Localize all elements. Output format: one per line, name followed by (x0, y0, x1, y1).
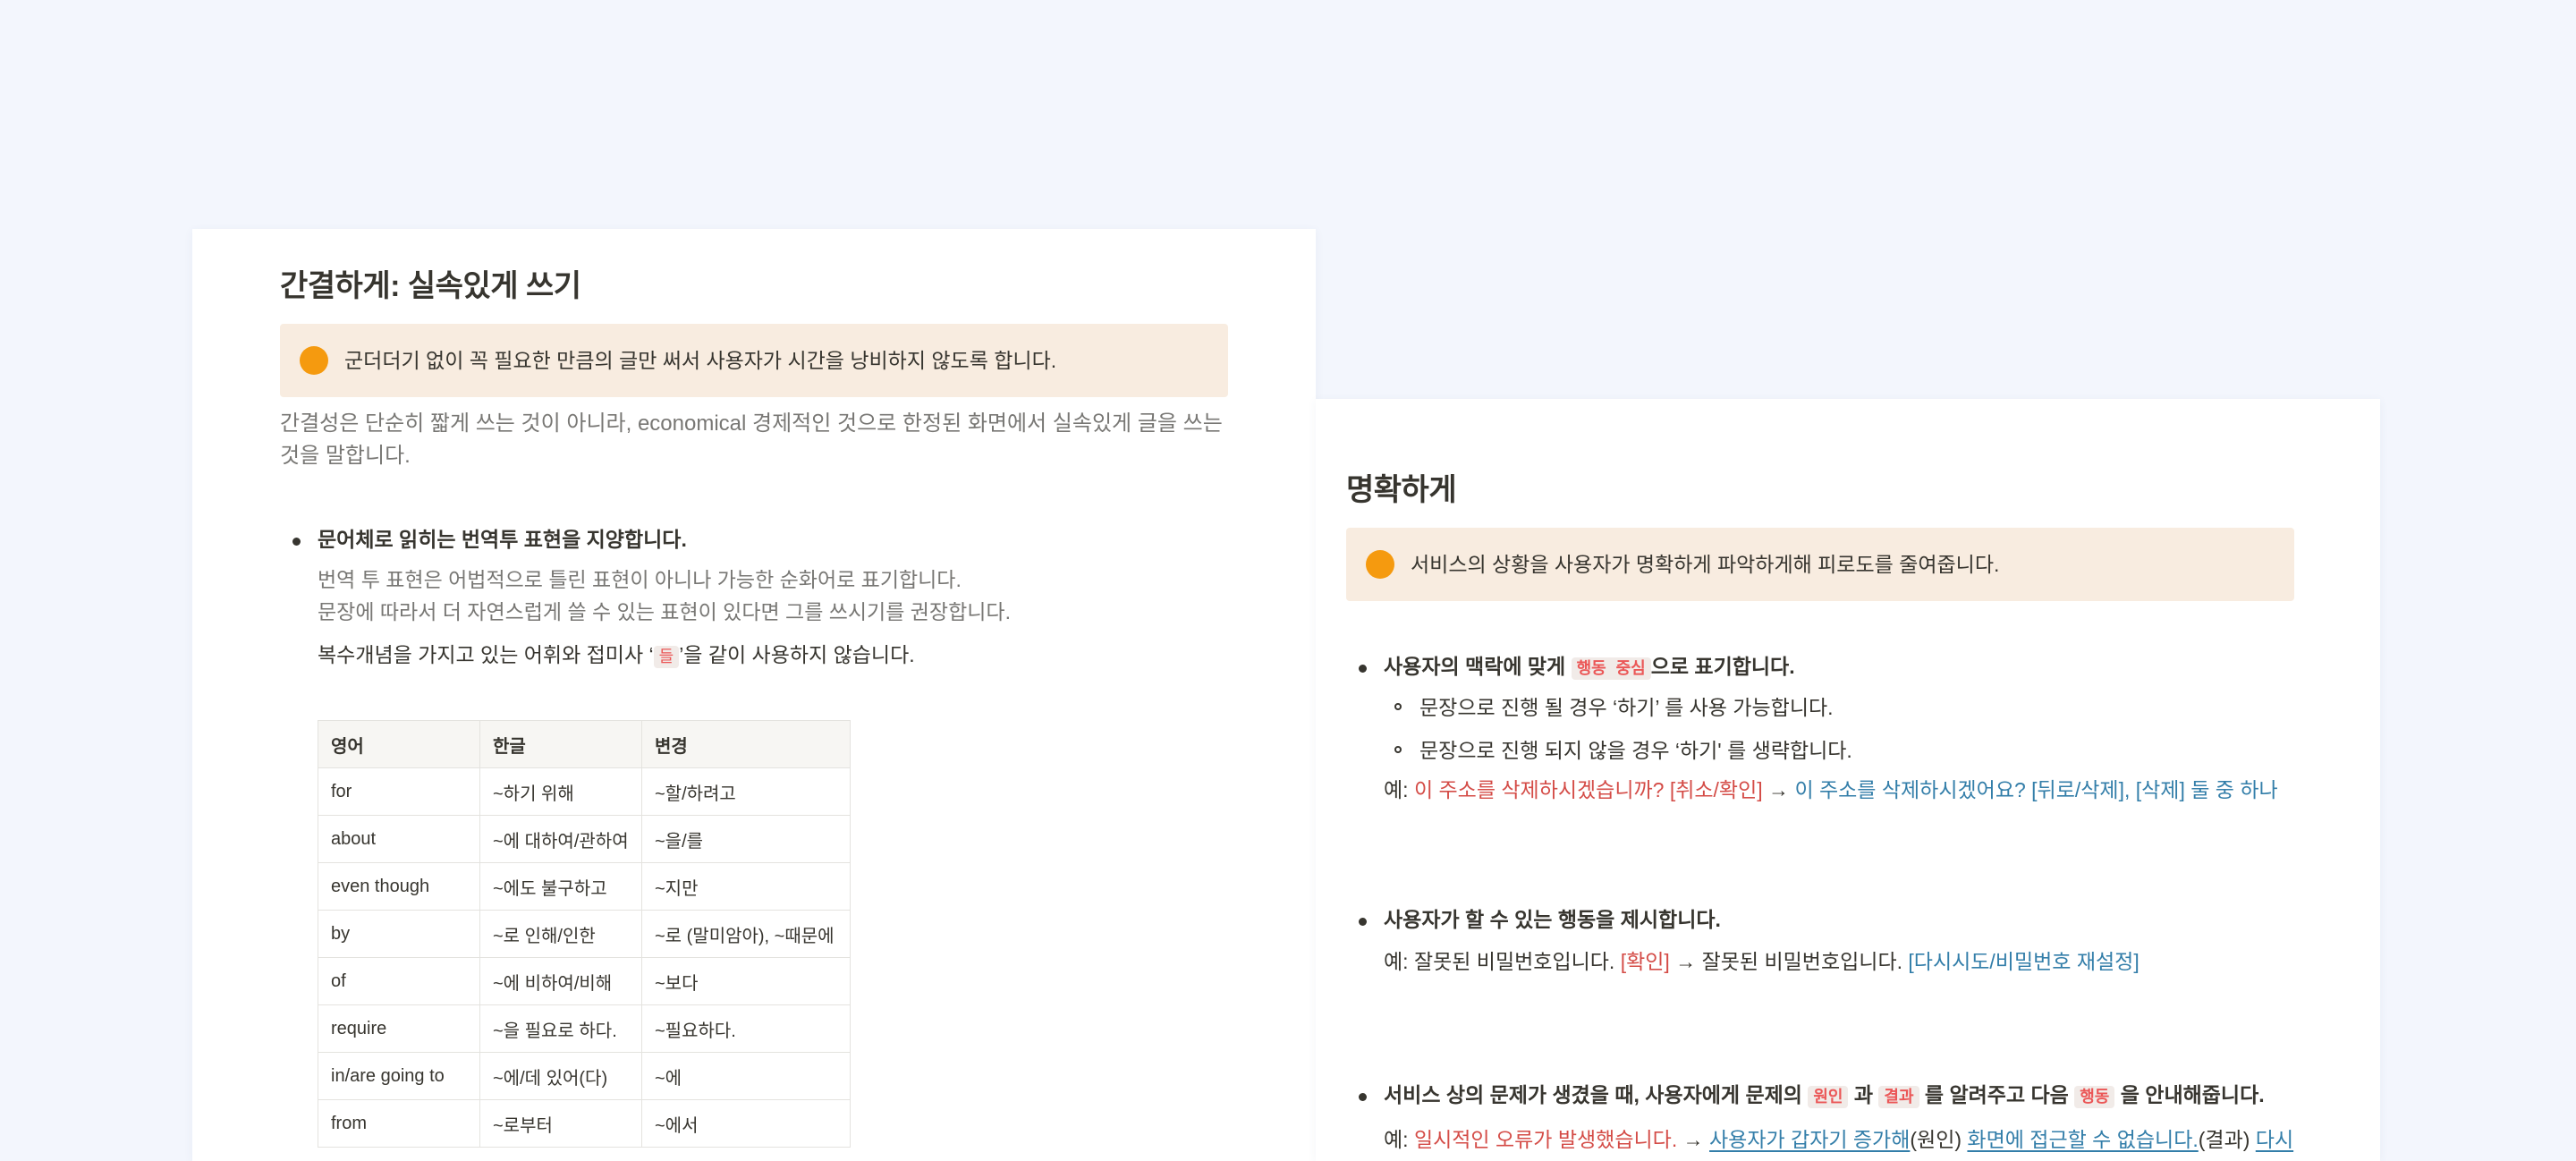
table-cell: for (318, 767, 480, 816)
table-cell: ~로 인해/인한 (479, 910, 642, 958)
bullet-desc: 번역 투 표현은 어법적으로 틀린 표현이 아니나 가능한 순화어로 표기합니다… (318, 568, 962, 591)
table-cell: ~로부터 (479, 1099, 642, 1148)
table-cell: ~지만 (641, 862, 851, 911)
example-line: 예: 잘못된 비밀번호입니다. [확인] → 잘못된 비밀번호입니다. [다시시… (1384, 945, 2294, 978)
table-row: require ~을 필요로 하다. ~필요하다. (318, 1004, 851, 1053)
bullet-heading: 사용자의 맥락에 맞게 행동 중심 으로 표기합니다. (1384, 651, 2294, 684)
table-header-row: 영어 한글 변경 (318, 720, 851, 768)
example-label: 예: (1384, 1128, 1414, 1151)
heading-text: 으로 표기합니다. (1650, 655, 1795, 678)
guideline-list: 문어체로 읽히는 번역투 표현을 지양합니다. 번역 투 표현은 어법적으로 틀… (280, 524, 1228, 1148)
table-cell: of (318, 957, 480, 1005)
list-item: 사용자가 할 수 있는 행동을 제시합니다. 예: 잘못된 비밀번호입니다. [… (1346, 904, 2294, 978)
table-cell: ~보다 (641, 957, 851, 1005)
callout-text: 서비스의 상황을 사용자가 명확하게 파악하게해 피로도를 줄여줍니다. (1411, 553, 2000, 576)
heading-text: 과 (1848, 1083, 1879, 1106)
bullet-heading: 사용자가 할 수 있는 행동을 제시합니다. (1384, 908, 1721, 931)
table-cell: ~로 (말미암아), ~때문에 (641, 910, 851, 958)
table-row: about ~에 대하여/관하여 ~을/를 (318, 815, 851, 863)
cause-label: (원인) (1910, 1128, 1968, 1151)
bad-example: 이 주소를 삭제하시겠습니까? [취소/확인] (1413, 778, 1763, 801)
cause-example: 사용자가 갑자기 증가해 (1709, 1128, 1911, 1151)
arrow-text: → (1762, 778, 1795, 801)
example-label: 예: (1384, 778, 1414, 801)
table-cell: in/are going to (318, 1052, 480, 1100)
inline-code: 결과 (1878, 1086, 1919, 1108)
table-cell: ~에 비하여/비해 (479, 957, 642, 1005)
list-item: 사용자의 맥락에 맞게 행동 중심 으로 표기합니다. 문장으로 진행 될 경우 … (1346, 651, 2294, 806)
bullet-desc: 문장에 따라서 더 자연스럽게 쓸 수 있는 표현이 있다면 그를 쓰시기를 권… (318, 600, 1011, 623)
bullet-heading: 서비스 상의 문제가 생겼을 때, 사용자에게 문제의 원인 과 결과 를 알려… (1384, 1080, 2294, 1113)
section-title: 명확하게 (1346, 473, 1457, 507)
sub-list-item: 문장으로 진행 되지 않을 경우 ‘하기' 를 생략합니다. (1384, 729, 2294, 772)
inline-code: 들 (653, 646, 680, 668)
list-item: 문어체로 읽히는 번역투 표현을 지양합니다. 번역 투 표현은 어법적으로 틀… (280, 524, 1228, 1148)
table-header: 변경 (641, 720, 851, 768)
table-cell: by (318, 910, 480, 958)
table-cell: ~하기 위해 (479, 767, 642, 816)
table-cell: ~에도 불구하고 (479, 862, 642, 911)
example-line: 예: 일시적인 오류가 발생했습니다. → 사용자가 갑자기 증가해(원인) 화… (1384, 1123, 2294, 1156)
table-cell: require (318, 1004, 480, 1053)
clarity-section-card: 명확하게 서비스의 상황을 사용자가 명확하게 파악하게해 피로도를 줄여줍니다… (1316, 399, 2380, 1161)
orange-circle-icon (300, 346, 328, 375)
table-cell: about (318, 815, 480, 863)
bullet-note: 복수개념을 가지고 있는 어휘와 접미사 ‘들 ’을 같이 사용하지 않습니다. (318, 639, 1228, 674)
action-example: 다시 (2255, 1128, 2294, 1151)
list-item: 서비스 상의 문제가 생겼을 때, 사용자에게 문제의 원인 과 결과 를 알려… (1346, 1080, 2294, 1156)
note-text: 복수개념을 가지고 있는 어휘와 접미사 ‘ (318, 643, 654, 666)
bullet-heading: 문어체로 읽히는 번역투 표현을 지양합니다. (318, 528, 687, 551)
inline-code: 행동 (2074, 1086, 2115, 1108)
callout: 군더더기 없이 꼭 필요한 만큼의 글만 써서 사용자가 시간을 낭비하지 않도… (280, 324, 1228, 397)
good-example: 이 주소를 삭제하시겠어요? [뒤로/삭제], [삭제] 둘 중 하나 (1794, 778, 2278, 801)
heading-text: 사용자의 맥락에 맞게 (1384, 655, 1572, 678)
table-cell: ~에 (641, 1052, 851, 1100)
table-cell: ~에서 (641, 1099, 851, 1148)
callout-text: 군더더기 없이 꼭 필요한 만큼의 글만 써서 사용자가 시간을 낭비하지 않도… (344, 349, 1057, 372)
inline-code: 원인 (1808, 1086, 1849, 1108)
table-cell: ~을 필요로 하다. (479, 1004, 642, 1053)
note-text: ’을 같이 사용하지 않습니다. (679, 643, 915, 666)
table-row: from ~로부터 ~에서 (318, 1099, 851, 1148)
example-text: → 잘못된 비밀번호입니다. (1669, 950, 1909, 973)
result-label: (결과) (2198, 1128, 2256, 1151)
concise-section-card: 간결하게: 실속있게 쓰기 군더더기 없이 꼭 필요한 만큼의 글만 써서 사용… (192, 229, 1316, 1161)
bad-example: [확인] (1620, 950, 1670, 973)
table-row: of ~에 비하여/비해 ~보다 (318, 957, 851, 1005)
callout: 서비스의 상황을 사용자가 명확하게 파악하게해 피로도를 줄여줍니다. (1346, 528, 2294, 601)
result-example: 화면에 접근할 수 없습니다. (1967, 1128, 2199, 1151)
table-cell: ~을/를 (641, 815, 851, 863)
sub-list-item: 문장으로 진행 될 경우 ‘하기’ 를 사용 가능합니다. (1384, 686, 2294, 729)
guideline-list: 사용자의 맥락에 맞게 행동 중심 으로 표기합니다. 문장으로 진행 될 경우 … (1346, 651, 2294, 1156)
table-row: by ~로 인해/인한 ~로 (말미암아), ~때문에 (318, 910, 851, 958)
table-cell: even though (318, 862, 480, 911)
table-header: 한글 (479, 720, 642, 768)
translation-table: 영어 한글 변경 for ~하기 위해 ~할/하려고 about ~에 대하여/관하여… (318, 720, 851, 1148)
heading-text: 을 안내해줍니다. (2114, 1083, 2265, 1106)
table-row: in/are going to ~에/데 있어(다) ~에 (318, 1052, 851, 1100)
table-row: for ~하기 위해 ~할/하려고 (318, 767, 851, 816)
example-text: 예: 잘못된 비밀번호입니다. (1384, 950, 1621, 973)
arrow-text: → (1677, 1128, 1709, 1151)
table-row: even though ~에도 불구하고 ~지만 (318, 862, 851, 911)
bad-example: 일시적인 오류가 발생했습니다. (1413, 1128, 1678, 1151)
example-line: 예: 이 주소를 삭제하시겠습니까? [취소/확인] → 이 주소를 삭제하시겠… (1384, 774, 2294, 806)
table-cell: from (318, 1099, 480, 1148)
table-header: 영어 (318, 720, 480, 768)
heading-text: 를 알려주고 다음 (1919, 1083, 2075, 1106)
inline-code: 행동 중심 (1571, 657, 1651, 680)
orange-circle-icon (1366, 550, 1394, 579)
intro-text: 간결성은 단순히 짧게 쓰는 것이 아니라, economical 경제적인 것… (280, 411, 1223, 468)
table-cell: ~에/데 있어(다) (479, 1052, 642, 1100)
table-cell: ~에 대하여/관하여 (479, 815, 642, 863)
section-title: 간결하게: 실속있게 쓰기 (280, 269, 581, 303)
sub-list: 문장으로 진행 될 경우 ‘하기’ 를 사용 가능합니다. 문장으로 진행 되지… (1384, 686, 2294, 772)
heading-text: 서비스 상의 문제가 생겼을 때, 사용자에게 문제의 (1384, 1083, 1809, 1106)
good-example: [다시시도/비밀번호 재설정] (1908, 950, 2140, 973)
table-cell: ~할/하려고 (641, 767, 851, 816)
table-cell: ~필요하다. (641, 1004, 851, 1053)
